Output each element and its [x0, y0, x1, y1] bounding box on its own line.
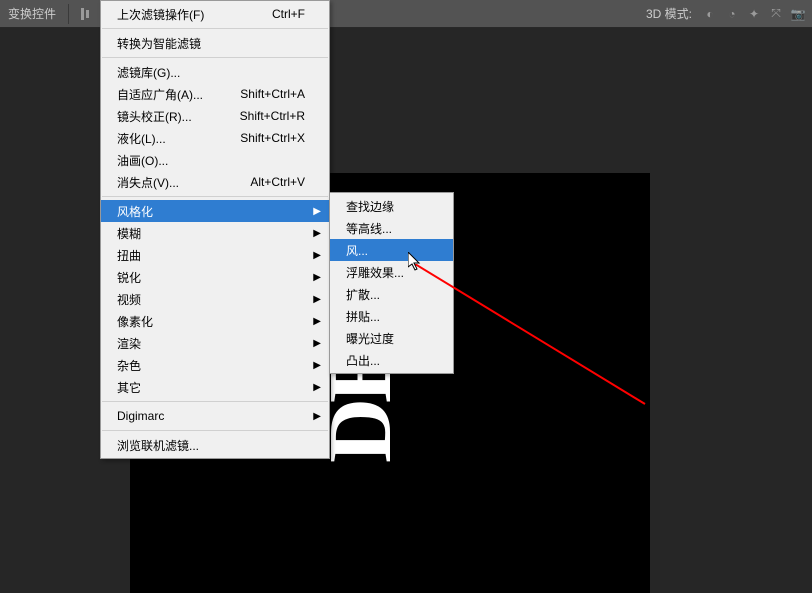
menu-shortcut: Shift+Ctrl+R — [216, 109, 305, 123]
menu-item-label: 像素化 — [117, 313, 153, 330]
menu-item-label: 消失点(V)... — [117, 174, 179, 191]
submenu-tiles[interactable]: 拼贴... — [330, 305, 453, 327]
submenu-arrow-icon: ▶ — [313, 294, 321, 305]
menu-item-label: 渲染 — [117, 335, 141, 352]
menu-item-label: 风格化 — [117, 203, 153, 220]
submenu-wind[interactable]: 风... — [330, 239, 453, 261]
menu-render[interactable]: 渲染 ▶ — [101, 332, 329, 354]
3d-icon-5[interactable]: 📷 — [788, 4, 808, 24]
menu-shortcut: Shift+Ctrl+A — [216, 87, 305, 101]
align-icon-1[interactable] — [77, 4, 97, 24]
menu-item-label: 转换为智能滤镜 — [117, 35, 201, 52]
submenu-arrow-icon: ▶ — [313, 360, 321, 371]
submenu-solarize[interactable]: 曝光过度 — [330, 327, 453, 349]
menu-item-label: 自适应广角(A)... — [117, 86, 203, 103]
menu-oil-paint[interactable]: 油画(O)... — [101, 149, 329, 171]
transform-controls-label: 变换控件 — [4, 5, 60, 22]
menu-digimarc[interactable]: Digimarc ▶ — [101, 405, 329, 427]
menu-item-label: 查找边缘 — [346, 198, 394, 215]
menu-last-filter[interactable]: 上次滤镜操作(F) Ctrl+F — [101, 3, 329, 25]
submenu-arrow-icon: ▶ — [313, 206, 321, 217]
3d-mode-label: 3D 模式: — [646, 5, 692, 22]
menu-convert-smart[interactable]: 转换为智能滤镜 — [101, 32, 329, 54]
3d-icon-4[interactable]: ⤧ — [766, 4, 786, 24]
menu-shortcut: Shift+Ctrl+X — [216, 131, 305, 145]
menu-item-label: 曝光过度 — [346, 330, 394, 347]
menu-item-label: 镜头校正(R)... — [117, 108, 192, 125]
menu-item-label: 浏览联机滤镜... — [117, 437, 199, 454]
menu-separator — [102, 196, 328, 197]
menu-item-label: 油画(O)... — [117, 152, 168, 169]
menu-item-label: 上次滤镜操作(F) — [117, 6, 204, 23]
menu-item-label: 模糊 — [117, 225, 141, 242]
menu-item-label: Digimarc — [117, 409, 164, 423]
menu-item-label: 滤镜库(G)... — [117, 64, 180, 81]
menu-separator — [102, 430, 328, 431]
submenu-arrow-icon: ▶ — [313, 228, 321, 239]
menu-item-label: 凸出... — [346, 352, 380, 369]
menu-stylize[interactable]: 风格化 ▶ — [101, 200, 329, 222]
menu-lens-correction[interactable]: 镜头校正(R)... Shift+Ctrl+R — [101, 105, 329, 127]
menu-video[interactable]: 视频 ▶ — [101, 288, 329, 310]
submenu-arrow-icon: ▶ — [313, 382, 321, 393]
stylize-submenu: 查找边缘 等高线... 风... 浮雕效果... 扩散... 拼贴... 曝光过… — [329, 192, 454, 374]
menu-pixelate[interactable]: 像素化 ▶ — [101, 310, 329, 332]
submenu-diffuse[interactable]: 扩散... — [330, 283, 453, 305]
submenu-find-edges[interactable]: 查找边缘 — [330, 195, 453, 217]
menu-item-label: 杂色 — [117, 357, 141, 374]
submenu-extrude[interactable]: 凸出... — [330, 349, 453, 371]
submenu-contour[interactable]: 等高线... — [330, 217, 453, 239]
menu-sharpen[interactable]: 锐化 ▶ — [101, 266, 329, 288]
3d-icon-1[interactable]: ◐ — [700, 4, 720, 24]
menu-blur[interactable]: 模糊 ▶ — [101, 222, 329, 244]
filter-menu: 上次滤镜操作(F) Ctrl+F 转换为智能滤镜 滤镜库(G)... 自适应广角(… — [100, 0, 330, 459]
separator — [68, 4, 69, 24]
3d-icon-3[interactable]: ✦ — [744, 4, 764, 24]
menu-distort[interactable]: 扭曲 ▶ — [101, 244, 329, 266]
menu-item-label: 其它 — [117, 379, 141, 396]
menu-browse-online[interactable]: 浏览联机滤镜... — [101, 434, 329, 456]
menu-shortcut: Alt+Ctrl+V — [226, 175, 305, 189]
menu-filter-gallery[interactable]: 滤镜库(G)... — [101, 61, 329, 83]
3d-icon-2[interactable]: ◔ — [722, 4, 742, 24]
menu-item-label: 扭曲 — [117, 247, 141, 264]
menu-shortcut: Ctrl+F — [248, 7, 305, 21]
menu-item-label: 浮雕效果... — [346, 264, 404, 281]
menu-noise[interactable]: 杂色 ▶ — [101, 354, 329, 376]
menu-item-label: 液化(L)... — [117, 130, 166, 147]
menu-adaptive-wide[interactable]: 自适应广角(A)... Shift+Ctrl+A — [101, 83, 329, 105]
submenu-arrow-icon: ▶ — [313, 411, 321, 422]
submenu-arrow-icon: ▶ — [313, 272, 321, 283]
submenu-arrow-icon: ▶ — [313, 338, 321, 349]
menu-separator — [102, 28, 328, 29]
menu-other[interactable]: 其它 ▶ — [101, 376, 329, 398]
menu-item-label: 扩散... — [346, 286, 380, 303]
menu-item-label: 锐化 — [117, 269, 141, 286]
menu-liquify[interactable]: 液化(L)... Shift+Ctrl+X — [101, 127, 329, 149]
menu-separator — [102, 57, 328, 58]
menu-item-label: 视频 — [117, 291, 141, 308]
submenu-emboss[interactable]: 浮雕效果... — [330, 261, 453, 283]
submenu-arrow-icon: ▶ — [313, 316, 321, 327]
menu-item-label: 等高线... — [346, 220, 392, 237]
menu-separator — [102, 401, 328, 402]
submenu-arrow-icon: ▶ — [313, 250, 321, 261]
menu-vanishing-point[interactable]: 消失点(V)... Alt+Ctrl+V — [101, 171, 329, 193]
menu-item-label: 拼贴... — [346, 308, 380, 325]
menu-item-label: 风... — [346, 242, 368, 259]
